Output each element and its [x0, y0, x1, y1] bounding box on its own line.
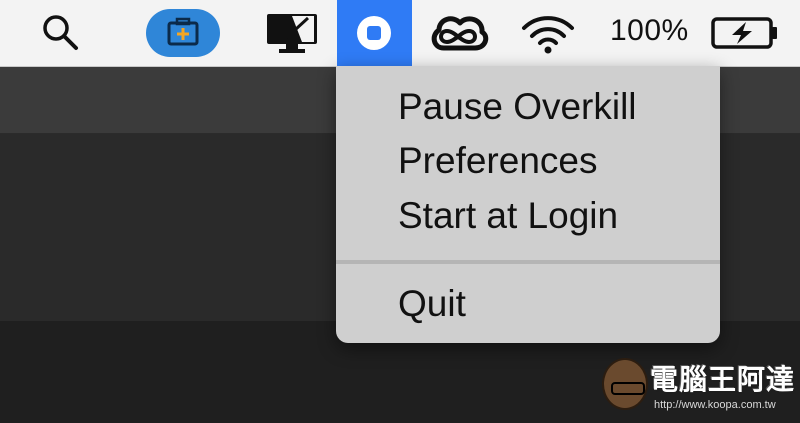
creative-cloud-menu-extra[interactable] [425, 0, 491, 66]
toolbox-menu-extra[interactable] [145, 0, 221, 66]
battery-charging-icon [711, 17, 777, 49]
menu-item-pause-overkill[interactable]: Pause Overkill [398, 88, 637, 125]
display-icon [267, 14, 317, 53]
wifi-icon [522, 16, 574, 54]
menu-item-start-at-login[interactable]: Start at Login [398, 197, 618, 234]
watermark: 電腦王阿達 http://www.koopa.com.tw [602, 352, 798, 420]
overkill-icon [357, 16, 391, 50]
spotlight-search-button[interactable] [30, 0, 90, 66]
watermark-url: http://www.koopa.com.tw [654, 399, 776, 411]
menu-item-quit[interactable]: Quit [398, 285, 466, 322]
creative-cloud-icon [431, 16, 489, 51]
watermark-title: 電腦王阿達 [650, 363, 796, 396]
search-icon [43, 15, 78, 50]
menu-separator [336, 260, 720, 264]
menu-item-preferences[interactable]: Preferences [398, 142, 598, 179]
battery-menu-extra[interactable] [708, 0, 782, 66]
mascot-face-icon [602, 358, 648, 410]
display-menu-extra[interactable] [262, 0, 322, 66]
battery-percentage[interactable]: 100% [610, 14, 689, 48]
menu-bar: 100% [0, 0, 800, 67]
overkill-dropdown-menu: Pause Overkill Preferences Start at Logi… [336, 66, 720, 343]
toolbox-icon [146, 9, 220, 57]
wifi-menu-extra[interactable] [515, 0, 581, 66]
overkill-menu-extra[interactable] [337, 0, 412, 66]
